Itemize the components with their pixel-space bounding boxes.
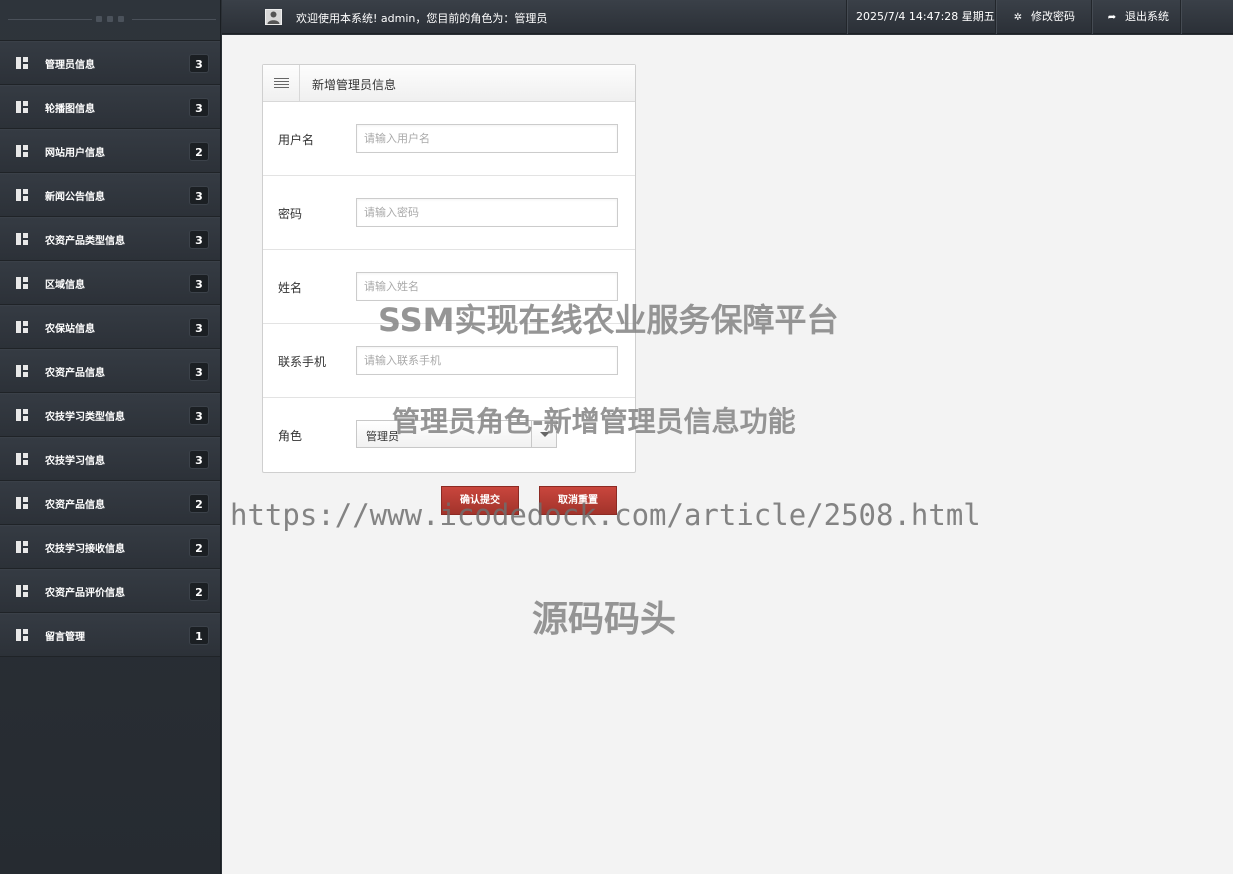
password-row: 密码 [263,176,635,250]
count-badge: 3 [189,186,209,205]
count-badge: 3 [189,54,209,73]
sidebar-item-label: 轮播图信息 [45,104,95,115]
name-row: 姓名 [263,250,635,324]
phone-label: 联系手机 [278,355,327,369]
count-badge: 3 [189,318,209,337]
username-input[interactable] [356,124,618,153]
grid-layout-icon [16,101,28,113]
sidebar-item[interactable]: 农资产品评价信息 2 [0,569,220,613]
grid-layout-icon [16,277,28,289]
role-select-value: 管理员 [366,430,399,443]
grid-layout-icon [16,453,28,465]
list-lines-icon [263,65,300,101]
sidebar-item-label: 农技学习信息 [45,456,105,467]
grid-layout-icon [16,629,28,641]
sidebar-item-label: 农保站信息 [45,324,95,335]
grid-layout-icon [16,233,28,245]
datetime-display: 2025/7/4 14:47:28 星期五 [846,0,996,34]
sidebar-item-label: 农资产品信息 [45,368,105,379]
password-label: 密码 [278,207,303,221]
sidebar-item-label: 留言管理 [45,632,85,643]
role-label: 角色 [278,429,303,443]
count-badge: 3 [189,98,209,117]
sidebar-item-label: 管理员信息 [45,60,95,71]
grid-layout-icon [16,497,28,509]
sidebar-item[interactable]: 管理员信息 3 [0,41,220,85]
sidebar-item-label: 网站用户信息 [45,148,105,159]
phone-row: 联系手机 [263,324,635,398]
submit-button[interactable]: 确认提交 [441,486,519,515]
grid-layout-icon [16,585,28,597]
sidebar-item-label: 农资产品评价信息 [45,588,125,599]
divider [132,19,216,20]
cancel-button[interactable]: 取消重置 [539,486,617,515]
count-badge: 2 [189,142,209,161]
name-input[interactable] [356,272,618,301]
top-bar: 欢迎使用本系统! admin，您目前的角色为：管理员 2025/7/4 14:4… [222,0,1233,34]
topbar-end [1180,0,1233,34]
count-badge: 3 [189,230,209,249]
form-panel: 新增管理员信息 用户名 密码 姓名 联系手机 角色 管理员 [262,64,636,473]
logout-button[interactable]: ➦ 退出系统 [1091,0,1181,34]
count-badge: 3 [189,450,209,469]
count-badge: 2 [189,494,209,513]
panel-header: 新增管理员信息 [263,65,635,102]
grid-layout-icon [16,57,28,69]
count-badge: 1 [189,626,209,645]
sidebar-item-label: 新闻公告信息 [45,192,105,203]
change-password-label: 修改密码 [1031,10,1075,23]
sidebar-item-label: 区域信息 [45,280,85,291]
logout-label: 退出系统 [1125,10,1169,23]
count-badge: 3 [189,406,209,425]
sidebar-item[interactable]: 农保站信息 3 [0,305,220,349]
count-badge: 2 [189,582,209,601]
sidebar-item[interactable]: 网站用户信息 2 [0,129,220,173]
sidebar-item[interactable]: 轮播图信息 3 [0,85,220,129]
share-arrow-icon: ➦ [1107,12,1117,23]
sidebar: 管理员信息 3 轮播图信息 3 网站用户信息 2 新闻公告信息 3 农资产品类型信息 3 区域信息 3… [0,0,221,874]
sidebar-header [0,0,220,41]
change-password-button[interactable]: ✲ 修改密码 [995,0,1092,34]
sidebar-item[interactable]: 农技学习信息 3 [0,437,220,481]
sidebar-item[interactable]: 农资产品信息 3 [0,349,220,393]
count-badge: 2 [189,538,209,557]
divider [8,19,92,20]
sidebar-item[interactable]: 留言管理 1 [0,613,220,657]
collapse-handle[interactable] [96,16,124,22]
welcome-text: 欢迎使用本系统! admin，您目前的角色为：管理员 [296,12,548,25]
sidebar-item-label: 农技学习类型信息 [45,412,125,423]
sidebar-item[interactable]: 农技学习接收信息 2 [0,525,220,569]
grid-layout-icon [16,541,28,553]
sidebar-item[interactable]: 农资产品类型信息 3 [0,217,220,261]
sidebar-item-label: 农资产品类型信息 [45,236,125,247]
username-label: 用户名 [278,133,315,147]
user-avatar-icon [265,9,282,25]
chevron-down-icon[interactable] [531,421,556,447]
name-label: 姓名 [278,281,303,295]
sidebar-item-label: 农资产品信息 [45,500,105,511]
grid-layout-icon [16,365,28,377]
role-row: 角色 管理员 [263,398,635,472]
sidebar-item[interactable]: 区域信息 3 [0,261,220,305]
password-input[interactable] [356,198,618,227]
grid-layout-icon [16,321,28,333]
sidebar-item-label: 农技学习接收信息 [45,544,125,555]
sidebar-item[interactable]: 新闻公告信息 3 [0,173,220,217]
sidebar-menu: 管理员信息 3 轮播图信息 3 网站用户信息 2 新闻公告信息 3 农资产品类型信息 3 区域信息 3… [0,41,220,657]
sidebar-item[interactable]: 农资产品信息 2 [0,481,220,525]
grid-layout-icon [16,145,28,157]
count-badge: 3 [189,362,209,381]
phone-input[interactable] [356,346,618,375]
grid-layout-icon [16,189,28,201]
username-row: 用户名 [263,102,635,176]
main-content: 新增管理员信息 用户名 密码 姓名 联系手机 角色 管理员 确认提交 取消重置 [222,35,1233,874]
gear-icon: ✲ [1013,12,1023,23]
count-badge: 3 [189,274,209,293]
role-select[interactable]: 管理员 [356,420,557,448]
panel-title: 新增管理员信息 [312,78,397,92]
grid-layout-icon [16,409,28,421]
sidebar-item[interactable]: 农技学习类型信息 3 [0,393,220,437]
